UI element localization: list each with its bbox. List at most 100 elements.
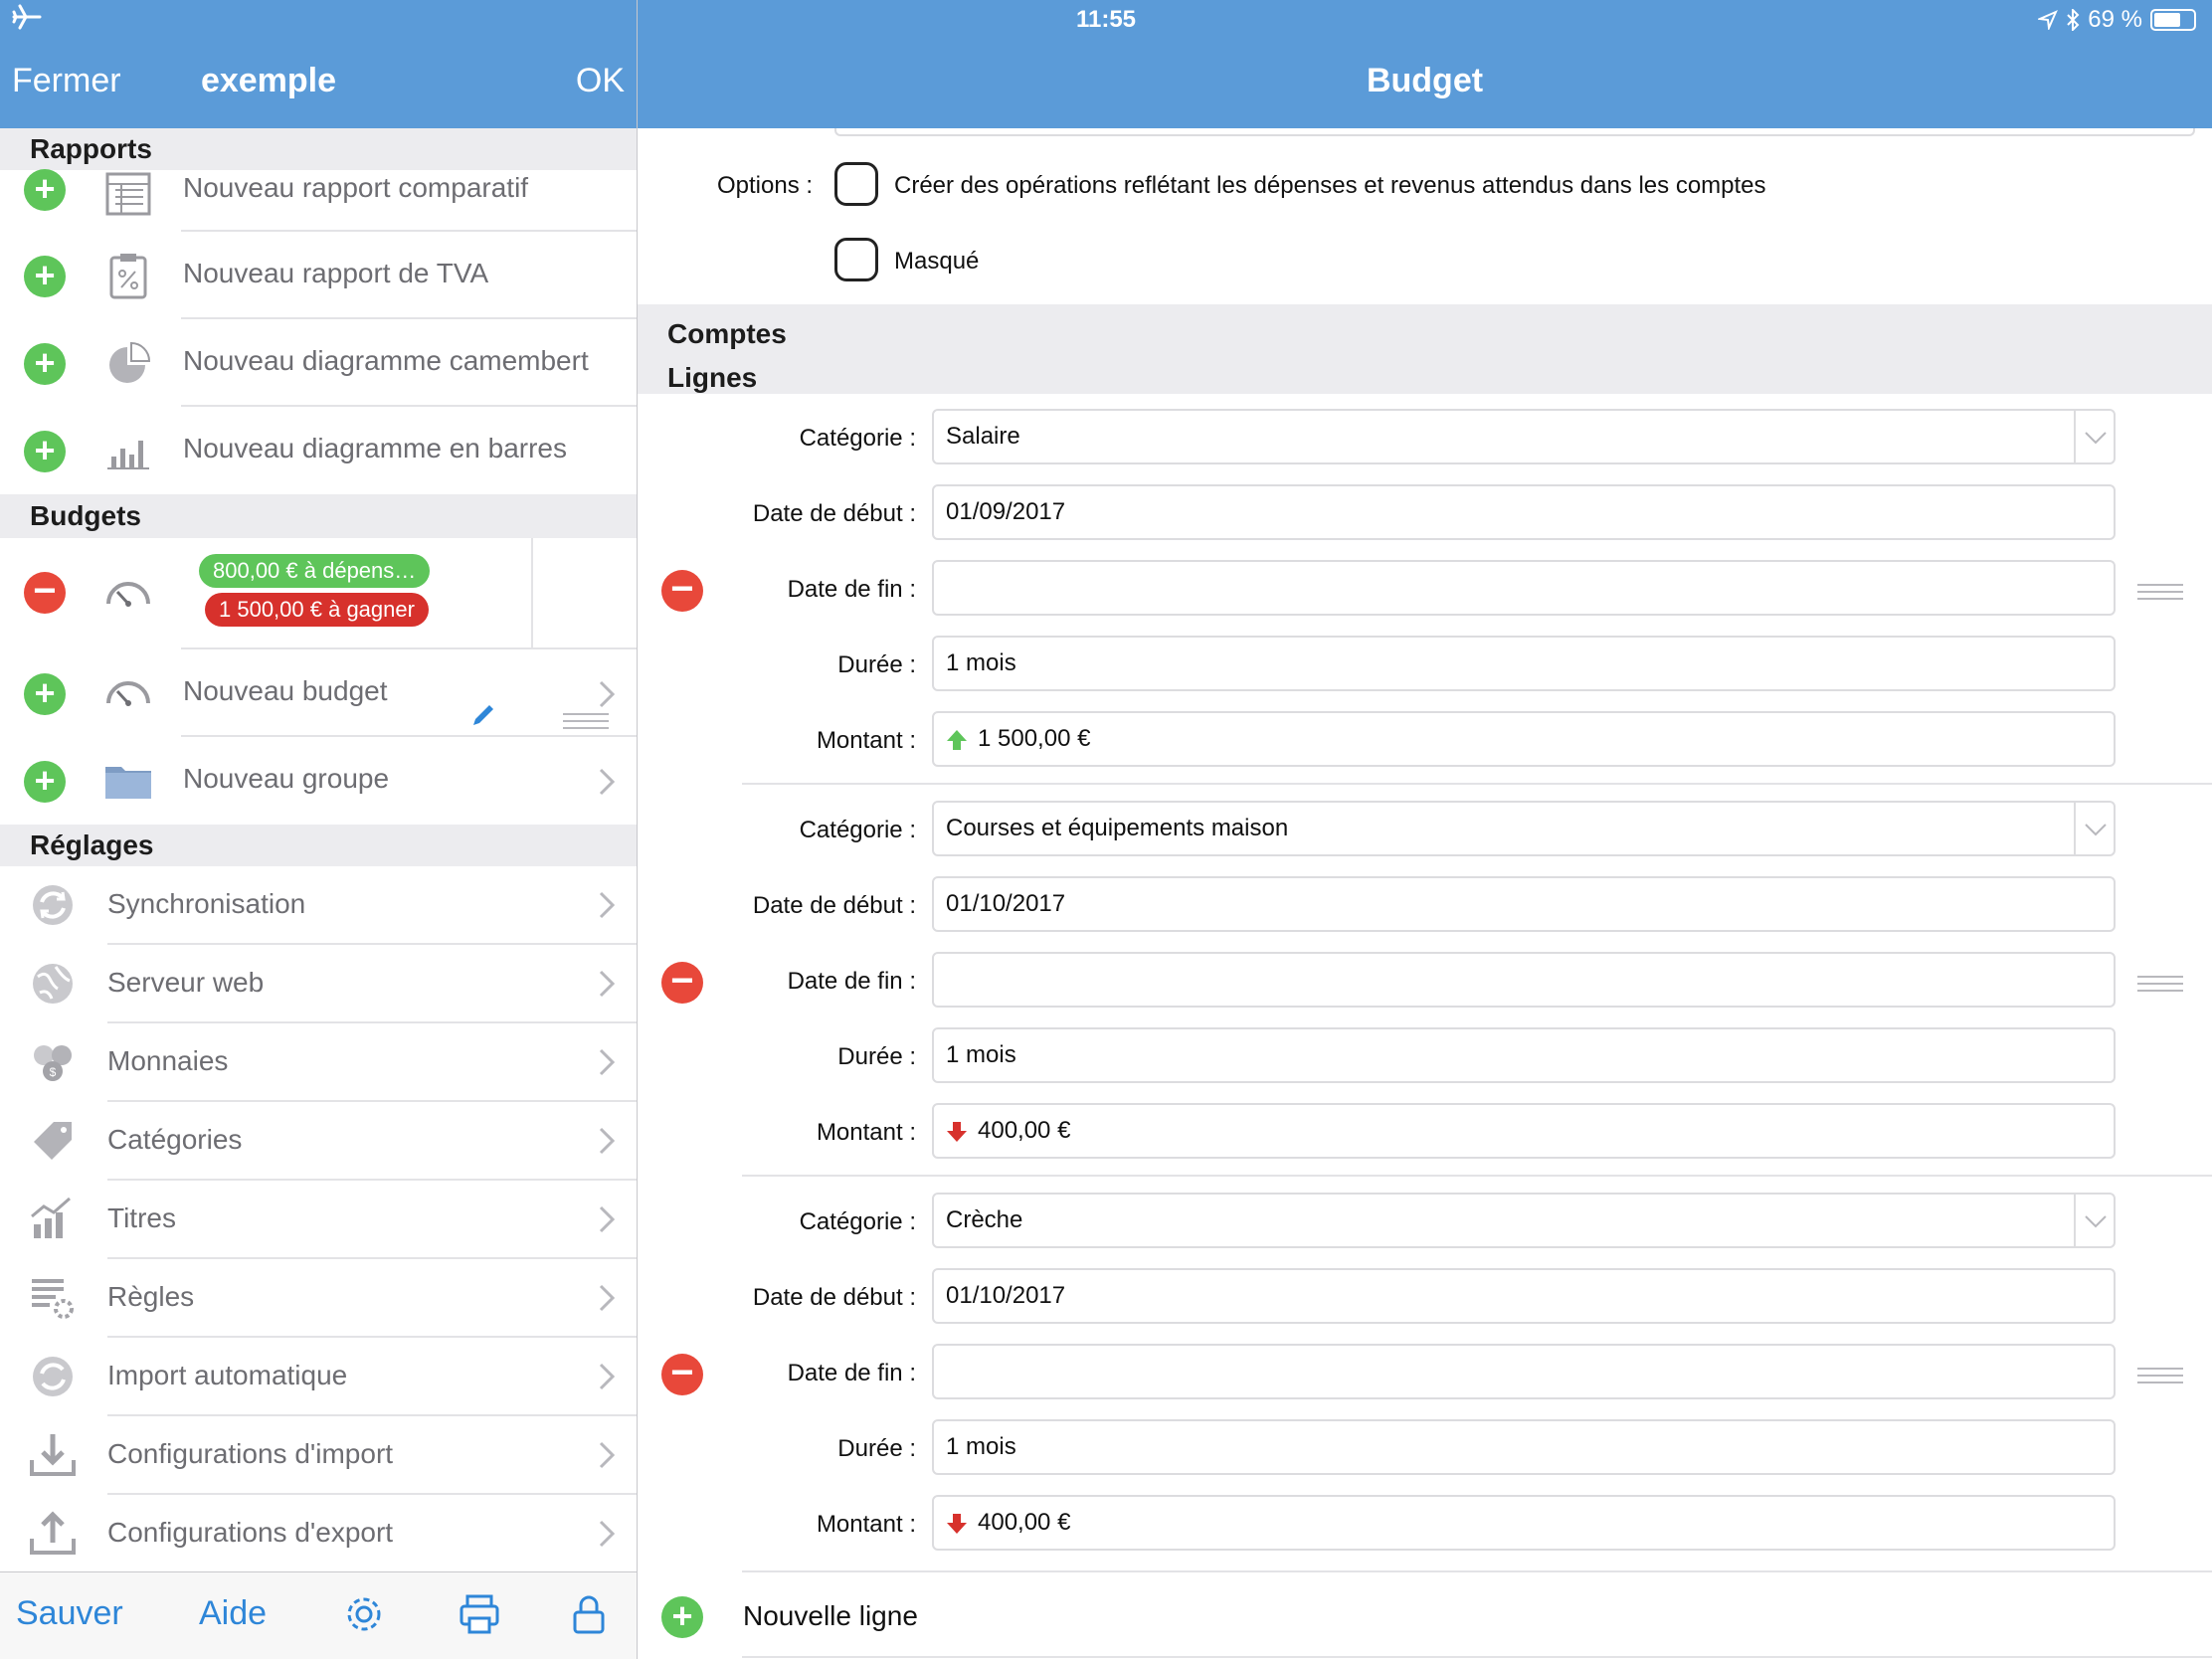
svg-text:$: $ [50,1065,57,1079]
line-duration-field[interactable]: 1 mois [932,1027,2116,1083]
line-start-field[interactable]: 01/10/2017 [932,1268,2116,1324]
report-item-label: Nouveau diagramme camembert [183,345,589,376]
field-label: Durée : [837,651,916,678]
delete-line-icon[interactable]: − [661,961,703,1004]
line-category-field[interactable]: Salaire [932,409,2116,464]
delete-line-icon[interactable]: − [661,1353,703,1395]
line-amount-field[interactable]: 400,00 € [932,1103,2116,1159]
add-line-icon[interactable]: + [661,1596,703,1638]
sync-icon [33,885,73,925]
new-budget-row[interactable]: + Nouveau budget [0,649,637,737]
lock-icon[interactable] [567,1592,611,1636]
line-amount-field[interactable]: 400,00 € [932,1495,2116,1551]
settings-item-auto-import[interactable]: Import automatique [0,1338,637,1416]
budget-cell-divider [531,538,533,649]
budget-editor: Options : Créer des opérations reflétant… [638,128,2212,1659]
top-bar: 11:55 69 % Fermer exemple OK Budget [0,0,2212,128]
report-item-vat[interactable]: + Nouveau rapport de TVA [0,232,637,319]
status-time: 11:55 [1075,6,1137,33]
line-category-value: Salaire [946,423,1020,450]
line-start-field[interactable]: 01/10/2017 [932,876,2116,932]
line-amount-field[interactable]: 1 500,00 € [932,711,2116,767]
hidden-checkbox[interactable] [834,238,878,281]
dropdown-toggle[interactable] [2074,411,2114,462]
chevron-down-icon [2085,824,2107,836]
help-button[interactable]: Aide [199,1594,267,1633]
settings-item-export[interactable]: Configurations d'export [0,1495,637,1573]
report-item-pie[interactable]: + Nouveau diagramme camembert [0,319,637,407]
bar-chart-icon [107,441,149,469]
separator [742,1175,2212,1177]
settings-item-coins[interactable]: $ Monnaies [0,1023,637,1102]
line-end-field[interactable] [932,952,2116,1008]
settings-item-globe[interactable]: Serveur web [0,945,637,1023]
save-button[interactable]: Sauver [16,1594,123,1633]
line-start-value: 01/10/2017 [946,1282,1066,1309]
export-icon [30,1511,76,1555]
gear-icon[interactable] [342,1592,386,1636]
report-item-comparative[interactable]: + Nouveau rapport comparatif [0,128,637,232]
settings-item-stocks[interactable]: Titres [0,1181,637,1259]
accounts-header: Comptes [667,318,787,349]
name-field-edge[interactable] [834,128,2195,136]
chevron-right-icon [599,680,616,708]
line-category-field[interactable]: Crèche [932,1193,2116,1248]
field-label: Date de fin : [787,1360,916,1386]
line-duration-field[interactable]: 1 mois [932,1419,2116,1475]
expense-arrow-icon [947,1513,967,1534]
line-duration-field[interactable]: 1 mois [932,636,2116,691]
delete-icon[interactable]: − [24,571,66,614]
add-icon: + [24,256,66,297]
reorder-handle[interactable] [2137,584,2183,600]
settings-item-label: Configurations d'export [107,1517,394,1548]
chevron-right-icon [599,1048,616,1076]
print-icon[interactable] [458,1592,501,1636]
reorder-handle[interactable] [2137,976,2183,992]
field-label: Montant : [816,1511,916,1538]
line-amount-value: 1 500,00 € [978,725,1091,752]
settings-item-label: Serveur web [107,967,265,998]
chevron-right-icon [599,891,616,919]
report-item-bar[interactable]: + Nouveau diagramme en barres [0,407,637,494]
delete-line-icon[interactable]: − [661,569,703,612]
create-operations-checkbox[interactable] [834,162,878,206]
coins-icon: $ [34,1045,72,1081]
ok-button[interactable]: OK [576,62,625,100]
line-end-field[interactable] [932,1344,2116,1399]
settings-item-label: Monnaies [107,1045,229,1076]
rules-icon [32,1279,74,1319]
line-start-field[interactable]: 01/09/2017 [932,484,2116,540]
globe-icon [33,964,73,1004]
field-label: Durée : [837,1435,916,1462]
field-label: Catégorie : [799,817,916,843]
settings-item-tag[interactable]: Catégories [0,1102,637,1181]
line-end-field[interactable] [932,560,2116,616]
document-title: exemple [200,62,337,99]
battery-icon [2150,9,2196,31]
settings-item-label: Catégories [107,1124,243,1155]
field-label: Catégorie : [799,1208,916,1235]
dropdown-toggle[interactable] [2074,803,2114,854]
field-label: Durée : [837,1043,916,1070]
chevron-right-icon [599,1205,616,1233]
pie-chart-icon [109,341,151,383]
separator [742,1656,2212,1658]
chevron-right-icon [599,1363,616,1390]
page-title: Budget [1366,62,1484,99]
expense-arrow-icon [947,1121,967,1142]
settings-item-label: Synchronisation [107,888,306,919]
settings-item-sync[interactable]: Synchronisation [0,866,637,945]
settings-item-label: Règles [107,1281,195,1312]
comparative-report-icon [105,172,151,216]
dropdown-toggle[interactable] [2074,1195,2114,1246]
new-line-button[interactable]: Nouvelle ligne [743,1600,918,1632]
field-label: Catégorie : [799,425,916,452]
field-label: Montant : [816,727,916,754]
settings-item-import[interactable]: Configurations d'import [0,1416,637,1495]
reorder-handle[interactable] [2137,1368,2183,1383]
line-category-field[interactable]: Courses et équipements maison [932,801,2116,856]
new-group-row[interactable]: + Nouveau groupe [0,737,637,825]
bluetooth-icon [2067,9,2080,31]
separator [742,1570,2212,1572]
settings-item-rules[interactable]: Règles [0,1259,637,1338]
